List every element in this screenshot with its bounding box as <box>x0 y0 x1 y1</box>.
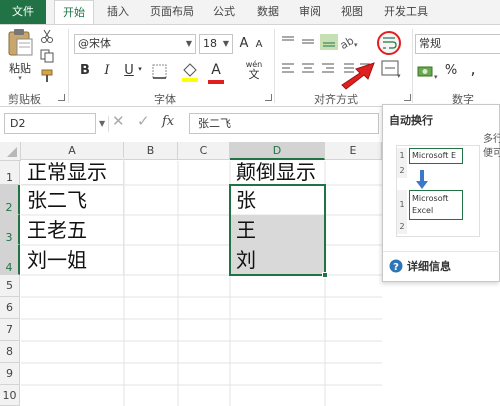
cell-d4[interactable]: 刘 <box>230 245 325 275</box>
font-size-combo[interactable]: 18 ▼ <box>199 34 233 54</box>
copy-icon[interactable] <box>40 49 54 63</box>
cell-d3[interactable]: 王 <box>230 215 325 245</box>
comma-style-button[interactable]: , <box>468 59 478 79</box>
cell-a4[interactable]: 刘一姐 <box>21 245 124 275</box>
row-header-9[interactable]: 9 <box>0 363 20 385</box>
orientation-icon[interactable]: ab ▾ <box>338 33 360 51</box>
format-painter-icon[interactable] <box>40 69 54 83</box>
arrow-down-icon <box>416 170 428 189</box>
column-header-b[interactable]: B <box>124 142 178 160</box>
font-color-button[interactable]: A <box>208 60 224 80</box>
cell-d2[interactable]: 张 <box>230 185 325 215</box>
ribbon: 粘贴 ▾ 剪贴板 @宋体 ▼ 18 ▼ A A B I U ▾ A wén 文 字体 <box>0 24 500 107</box>
chevron-down-icon[interactable]: ▼ <box>99 119 105 128</box>
tab-review[interactable]: 审阅 <box>292 0 328 24</box>
alignment-launcher[interactable] <box>404 94 411 101</box>
phonetic-guide-button[interactable]: wén 文 <box>244 60 264 82</box>
more-info-link[interactable]: ? 详细信息 <box>389 258 499 274</box>
chevron-down-icon: ▼ <box>185 39 192 48</box>
tab-insert[interactable]: 插入 <box>100 0 136 24</box>
cell-a2[interactable]: 张二飞 <box>21 185 124 215</box>
worksheet-grid: A B C D E 1 2 3 4 5 6 7 8 9 10 正常显示 张二飞 … <box>0 138 382 406</box>
column-header-e[interactable]: E <box>325 142 382 160</box>
percent-button[interactable]: % <box>444 61 458 81</box>
wrap-text-icon <box>383 37 397 49</box>
enter-icon[interactable]: ✓ <box>137 112 150 130</box>
tab-developer[interactable]: 开发工具 <box>378 0 434 24</box>
row-header-2[interactable]: 2 <box>0 185 20 215</box>
italic-button[interactable]: I <box>100 61 114 81</box>
row-header-1[interactable]: 1 <box>0 161 20 185</box>
row-header-8[interactable]: 8 <box>0 341 20 363</box>
tab-page-layout[interactable]: 页面布局 <box>142 0 202 24</box>
insert-function-button[interactable]: fx <box>162 114 174 129</box>
clipboard-icon <box>8 29 33 56</box>
fill-color-icon[interactable] <box>180 61 200 83</box>
cut-icon[interactable] <box>40 29 54 43</box>
select-all-corner[interactable] <box>0 142 21 161</box>
row-header-7[interactable]: 7 <box>0 319 20 341</box>
tooltip-title: 自动换行 <box>389 114 433 127</box>
font-launcher[interactable] <box>265 94 272 101</box>
svg-text:?: ? <box>393 262 399 273</box>
tab-view[interactable]: 视图 <box>334 0 370 24</box>
merge-center-icon[interactable]: ▾ <box>380 59 402 79</box>
tooltip-description: 多行 便可 <box>483 134 500 159</box>
tab-data[interactable]: 数据 <box>250 0 286 24</box>
tooltip-example: 1 2 Microsoft E 1 2 Microsoft Excel <box>396 145 480 237</box>
wrap-text-tooltip: 自动换行 多行 便可 1 2 Microsoft E 1 2 Microsoft… <box>382 104 500 282</box>
font-name-combo[interactable]: @宋体 ▼ <box>74 34 196 54</box>
clipboard-launcher[interactable] <box>58 94 65 101</box>
row-header-3[interactable]: 3 <box>0 215 20 245</box>
tab-home[interactable]: 开始 <box>54 0 94 25</box>
shrink-font-button[interactable]: A <box>253 36 265 54</box>
paste-button[interactable]: 粘贴 ▾ <box>4 27 36 83</box>
name-box[interactable]: D2 <box>4 113 96 134</box>
cancel-icon[interactable]: ✕ <box>112 112 125 130</box>
svg-text:▾: ▾ <box>434 73 438 81</box>
row-header-5[interactable]: 5 <box>0 275 20 297</box>
underline-button[interactable]: U <box>122 61 136 81</box>
grow-font-button[interactable]: A <box>237 34 251 54</box>
vertical-align-icons[interactable] <box>280 34 340 50</box>
formula-input[interactable]: 张二飞 <box>189 113 379 134</box>
wrap-text-button[interactable] <box>377 31 401 55</box>
accounting-format-icon[interactable]: ▾ <box>416 63 440 81</box>
row-header-10[interactable]: 10 <box>0 385 20 406</box>
svg-text:▾: ▾ <box>354 41 358 49</box>
row-header-6[interactable]: 6 <box>0 297 20 319</box>
chevron-down-icon: ▼ <box>222 39 229 48</box>
cell-d1[interactable]: 颠倒显示 <box>230 157 325 185</box>
bold-button[interactable]: B <box>78 61 92 81</box>
cell-a3[interactable]: 王老五 <box>21 215 124 245</box>
column-header-c[interactable]: C <box>178 142 230 160</box>
tab-file[interactable]: 文件 <box>0 0 46 24</box>
ribbon-tab-bar: 文件 开始 插入 页面布局 公式 数据 审阅 视图 开发工具 <box>0 0 500 25</box>
borders-icon[interactable] <box>151 63 169 81</box>
chevron-down-icon[interactable]: ▾ <box>136 65 144 73</box>
annotation-arrow-icon <box>341 62 375 90</box>
help-icon: ? <box>389 259 403 273</box>
svg-text:▾: ▾ <box>397 72 401 79</box>
cell-a1[interactable]: 正常显示 <box>21 157 124 185</box>
tab-formulas[interactable]: 公式 <box>206 0 242 24</box>
horizontal-align-icons[interactable] <box>280 61 340 77</box>
number-format-combo[interactable]: 常规 <box>415 34 500 54</box>
row-header-4[interactable]: 4 <box>0 245 20 275</box>
select-all-icon <box>7 147 17 157</box>
